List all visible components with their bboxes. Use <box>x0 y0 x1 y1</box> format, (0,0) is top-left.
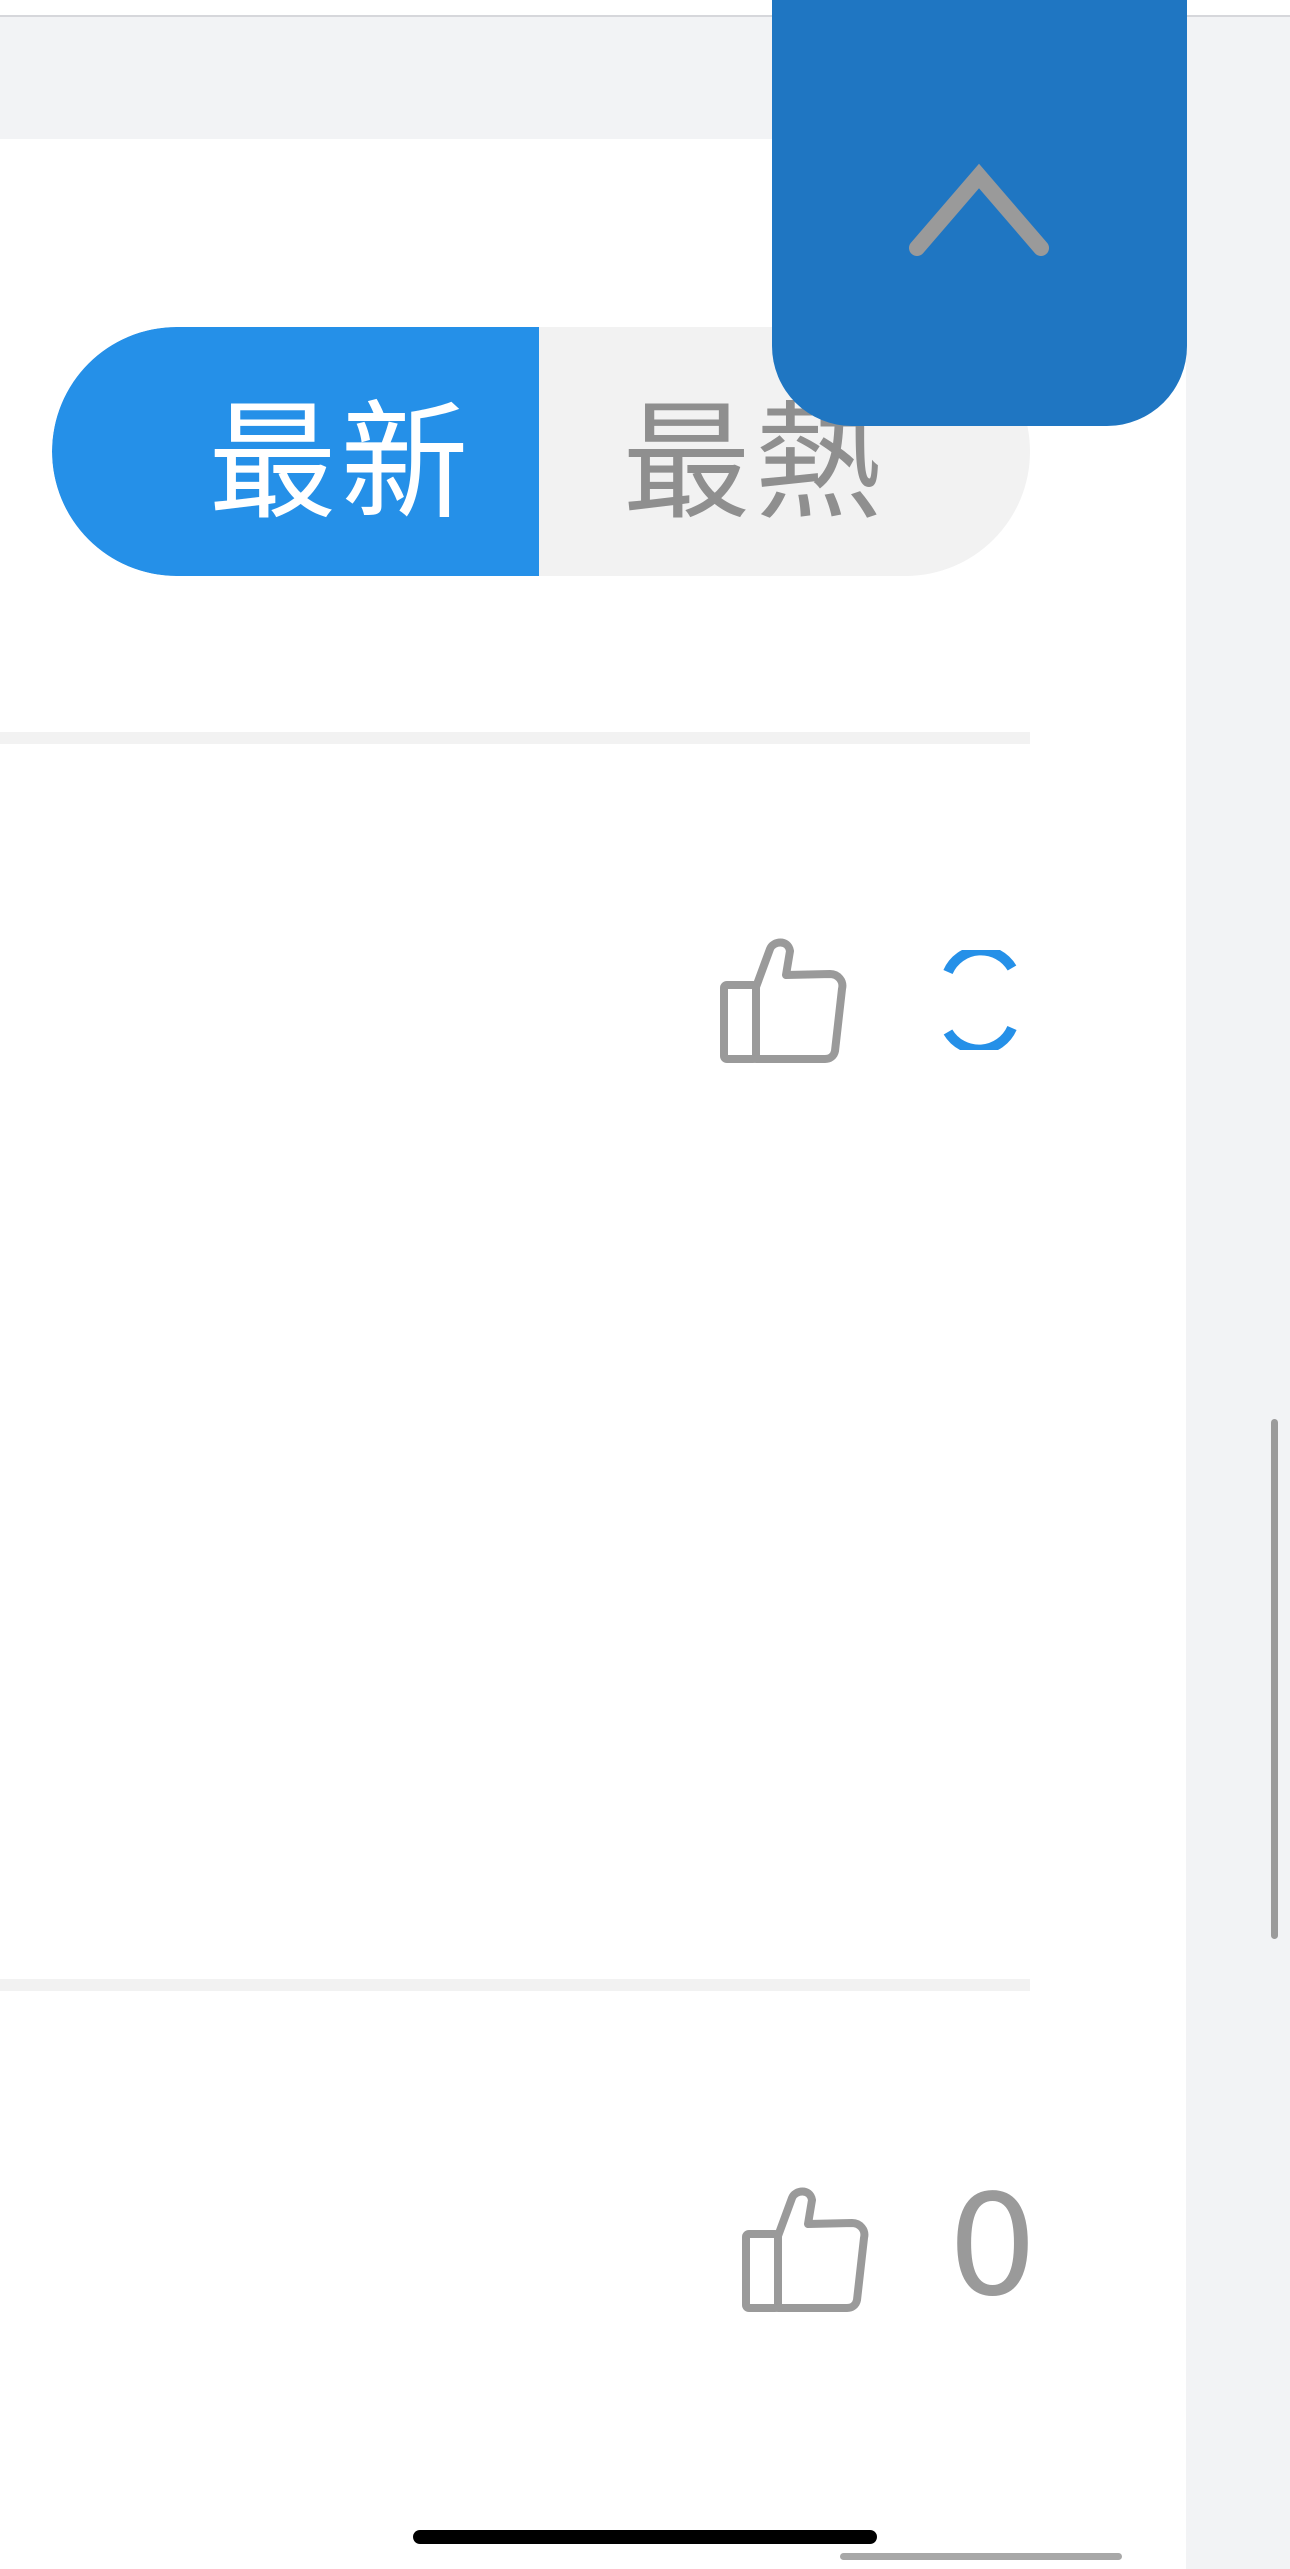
thumbs-up-icon[interactable] <box>740 2184 870 2314</box>
divider <box>0 1979 1030 1991</box>
horizontal-scrollbar[interactable] <box>840 2553 1122 2560</box>
page-gutter <box>1186 17 1290 2569</box>
tab-latest[interactable]: 最新 <box>52 327 539 576</box>
thumbs-up-icon[interactable] <box>718 935 848 1065</box>
like-count: 0 <box>948 2165 1038 2328</box>
tab-latest-label: 最新 <box>208 389 473 538</box>
loading-spinner-icon <box>943 950 1017 1050</box>
scroll-to-top-button[interactable] <box>772 0 1187 426</box>
home-indicator[interactable] <box>413 2530 877 2544</box>
divider <box>0 732 1030 744</box>
chevron-up-icon <box>909 163 1049 256</box>
vertical-scrollbar[interactable] <box>1271 1419 1278 1939</box>
